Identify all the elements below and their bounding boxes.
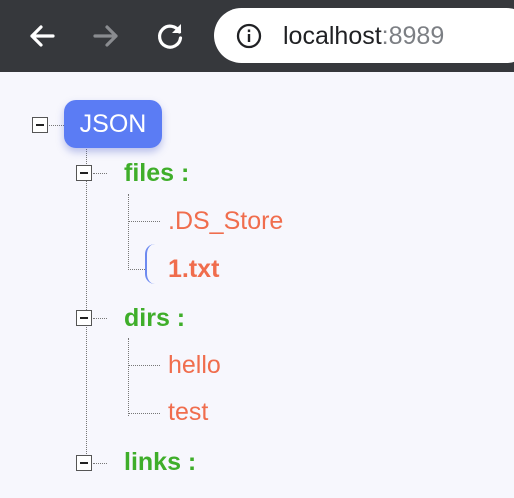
- tree-connector: [128, 365, 160, 366]
- selection-indicator: [145, 244, 155, 284]
- key-links[interactable]: links :: [124, 447, 196, 477]
- tree-connector: [128, 338, 129, 416]
- tree-connector: [49, 125, 64, 126]
- root-node[interactable]: JSON: [64, 100, 162, 148]
- collapse-toggle-root[interactable]: [32, 117, 48, 133]
- browser-toolbar: localhost:8989: [0, 0, 514, 72]
- url-port: :8989: [381, 22, 445, 50]
- tree-connector: [93, 318, 107, 319]
- url-host: localhost: [283, 22, 382, 50]
- tree-connector: [128, 194, 129, 270]
- key-files[interactable]: files :: [124, 158, 189, 188]
- tree-connector: [128, 221, 160, 222]
- collapse-toggle-links[interactable]: [76, 455, 92, 471]
- forward-button[interactable]: [86, 16, 126, 56]
- collapse-toggle-dirs[interactable]: [76, 310, 92, 326]
- back-arrow-icon: [30, 25, 55, 47]
- reload-icon: [158, 24, 183, 49]
- info-icon[interactable]: [236, 23, 262, 49]
- tree-connector: [128, 413, 160, 414]
- leaf-hello[interactable]: hello: [168, 350, 221, 380]
- tree-connector: [86, 137, 87, 464]
- json-tree-viewer: JSON files : .DS_Store 1.txt dirs : hell…: [0, 72, 514, 498]
- forward-arrow-icon: [93, 25, 118, 47]
- tree-connector: [93, 463, 107, 464]
- collapse-toggle-files[interactable]: [76, 165, 92, 181]
- tree-connector: [93, 173, 107, 174]
- leaf-1-txt[interactable]: 1.txt: [168, 254, 219, 284]
- tree-connector: [128, 269, 145, 270]
- reload-button[interactable]: [150, 16, 190, 56]
- address-bar[interactable]: localhost:8989: [214, 8, 514, 63]
- back-button[interactable]: [22, 16, 62, 56]
- key-dirs[interactable]: dirs :: [124, 303, 185, 333]
- leaf-ds-store[interactable]: .DS_Store: [168, 206, 283, 236]
- url-text[interactable]: localhost:8989: [283, 21, 444, 51]
- leaf-test[interactable]: test: [168, 397, 208, 427]
